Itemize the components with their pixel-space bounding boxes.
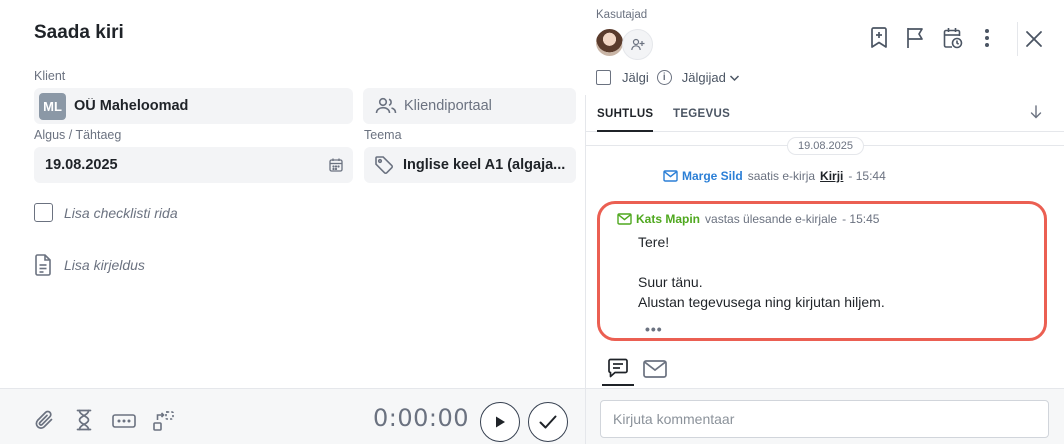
message-line: Tere! [638,234,670,250]
description-placeholder: Lisa kirjeldus [64,257,145,273]
user-avatar[interactable] [594,27,625,58]
email-icon[interactable] [643,360,667,378]
schedule-icon[interactable] [943,27,963,49]
message-sender[interactable]: Kats Mapin [636,212,700,226]
follow-label: Jälgi [622,70,649,85]
checkmark-icon [539,415,557,429]
checklist-add-row[interactable]: Lisa checklisti rida [34,203,178,222]
task-panel: Saada kiri Klient ML OÜ Maheloomad Klien… [0,0,585,444]
checklist-placeholder: Lisa checklisti rida [64,204,178,221]
message-action: vastas ülesande e-kirjale [705,212,838,226]
close-icon[interactable] [1025,30,1043,48]
info-icon[interactable]: i [656,70,672,85]
bookmark-add-icon[interactable] [870,27,888,49]
event-subject-link[interactable]: Kirji [820,169,843,183]
mail-icon [617,213,632,225]
start-timer-button[interactable] [480,402,520,442]
message-header: Kats Mapin vastas ülesande e-kirjale - 1… [617,212,879,226]
follow-row: Jälgi i Jälgijad [596,70,740,85]
checklist-checkbox[interactable] [34,203,53,222]
event-time: - 15:44 [848,169,886,183]
play-icon [496,416,505,428]
flag-icon[interactable] [906,27,926,49]
mail-icon [663,170,678,182]
client-avatar: ML [39,92,66,120]
message-body: Tere! Suur tänu. Alustan tegevusega ning… [638,232,885,312]
topic-label: Teema [364,128,402,142]
followers-dropdown[interactable]: Jälgijad [682,70,740,85]
event-sender[interactable]: Marge Sild [682,169,743,183]
event-action: saatis e-kirja [747,169,816,183]
keyboard-icon[interactable] [112,413,136,429]
task-toolbar: 0:00:00 [0,388,585,444]
followers-label: Jälgijad [681,70,726,85]
client-portal-button[interactable]: Kliendiportaal [363,88,576,124]
message-time: - 15:45 [842,212,880,226]
users-label: Kasutajad [596,9,648,21]
timer-display: 0:00:00 [373,404,470,432]
comment-icon[interactable] [607,358,629,378]
chevron-down-icon [729,74,739,81]
message-line: Suur tänu. [638,274,703,290]
hourglass-icon[interactable] [76,409,92,431]
tag-icon [375,156,394,175]
date-value: 19.08.2025 [45,157,118,173]
topic-field[interactable]: Inglise keel A1 (algaja... [364,147,576,183]
more-vertical-icon[interactable] [984,27,990,49]
message-line: Alustan tegevusega ning kirjutan hiljem. [638,294,885,310]
message-card[interactable]: Kats Mapin vastas ülesande e-kirjale - 1… [597,201,1047,341]
client-name: OÜ Maheloomad [74,98,189,114]
users-icon [375,97,397,114]
add-user-icon [630,38,644,51]
date-field[interactable]: 19.08.2025 [34,147,353,183]
message-line [638,252,885,272]
comment-bar [586,388,1064,444]
date-pill: 19.08.2025 [787,137,864,155]
feed-event: Marge Sild saatis e-kirja Kirji - 15:44 [663,169,886,183]
communication-panel: Kasutajad Jälgi i Jälgijad SUHTLUS TEGEV… [586,0,1064,444]
header-separator [1017,22,1018,56]
topic-value: Inglise keel A1 (algaja... [403,157,566,173]
date-label: Algus / Tähtaeg [34,128,122,142]
expand-message-button[interactable]: ••• [645,321,663,337]
compose-active-indicator [602,384,634,386]
calendar-icon [329,158,343,172]
complete-task-button[interactable] [528,402,568,442]
paperclip-icon[interactable] [33,409,55,431]
document-icon [35,254,51,276]
tab-tegevus[interactable]: TEGEVUS [673,108,730,120]
follow-checkbox[interactable] [596,70,611,85]
add-user-button[interactable] [622,29,653,60]
task-title: Saada kiri [34,22,124,43]
tab-bar: SUHTLUS TEGEVUS [586,95,1064,132]
split-task-icon[interactable] [152,409,176,433]
comment-input[interactable] [600,400,1049,438]
client-label: Klient [34,69,66,83]
arrow-down-icon[interactable] [1030,105,1042,119]
client-field[interactable]: ML OÜ Maheloomad [34,88,353,124]
tab-suhtlus[interactable]: SUHTLUS [597,108,654,132]
description-add-row[interactable]: Lisa kirjeldus [34,254,145,276]
client-portal-label: Kliendiportaal [404,98,492,114]
